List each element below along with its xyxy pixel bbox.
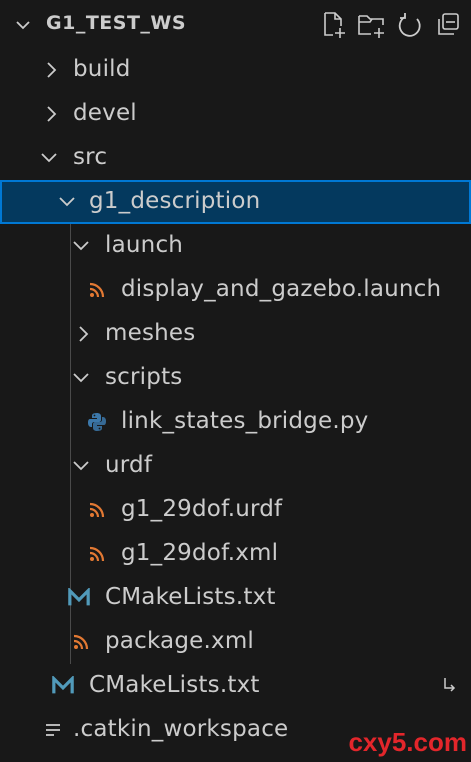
tree-item-g1-29dof-urdf[interactable]: g1_29dof.urdf [0, 488, 471, 532]
tree-item-link-states-bridge-py[interactable]: link_states_bridge.py [0, 400, 471, 444]
chevron-down-icon [38, 147, 60, 169]
tree-item-label: package.xml [105, 628, 255, 654]
tree-item-g1-description[interactable]: g1_description [0, 180, 471, 224]
chevron-down-icon [70, 455, 92, 477]
chevron-down-icon [56, 191, 78, 213]
tree-item-label: display_and_gazebo.launch [121, 276, 442, 302]
tree-item-scripts[interactable]: scripts [0, 356, 471, 400]
chevron-down-icon [70, 235, 92, 257]
watermark: cxy5.com [348, 727, 467, 757]
file-tree: build devel src g1_description launch di… [0, 48, 471, 752]
tree-item-urdf[interactable]: urdf [0, 444, 471, 488]
tree-item-label: launch [105, 232, 184, 258]
tree-item-label: build [73, 56, 131, 82]
chevron-down-icon[interactable] [14, 16, 32, 38]
symlink-arrow-icon [441, 676, 457, 698]
tree-item-cmakelists-txt[interactable]: CMakeLists.txt [0, 576, 471, 620]
explorer-header: G1_TEST_WS [0, 0, 471, 50]
chevron-right-icon [40, 59, 62, 81]
chevron-right-icon [40, 103, 62, 125]
chevron-down-icon [70, 367, 92, 389]
tree-item-src[interactable]: src [0, 136, 471, 180]
tree-item-label: CMakeLists.txt [89, 672, 260, 698]
explorer-actions [319, 10, 463, 40]
tree-item-package-xml[interactable]: package.xml [0, 620, 471, 664]
tree-item-meshes[interactable]: meshes [0, 312, 471, 356]
tree-item-label: g1_description [89, 188, 261, 214]
tree-item-launch[interactable]: launch [0, 224, 471, 268]
rss-icon [86, 499, 108, 521]
rss-icon [86, 279, 108, 301]
tree-item-label: urdf [105, 452, 153, 478]
tree-item-label: link_states_bridge.py [121, 408, 369, 434]
tree-item-g1-29dof-xml[interactable]: g1_29dof.xml [0, 532, 471, 576]
cmake-m-icon [68, 587, 90, 609]
tree-item-label: g1_29dof.urdf [121, 496, 283, 522]
tree-item-label: scripts [105, 364, 183, 390]
rss-icon [86, 543, 108, 565]
tree-item-label: src [73, 144, 108, 170]
tree-item-build[interactable]: build [0, 48, 471, 92]
chevron-right-icon [72, 323, 94, 345]
new-folder-icon[interactable] [357, 10, 387, 40]
tree-item-label: meshes [105, 320, 196, 346]
tree-item-label: g1_29dof.xml [121, 540, 279, 566]
workspace-title[interactable]: G1_TEST_WS [46, 12, 186, 34]
rss-icon [70, 631, 92, 653]
lines-icon [42, 719, 64, 741]
tree-item-label: devel [73, 100, 137, 126]
collapse-all-icon[interactable] [433, 10, 463, 40]
tree-item-label: CMakeLists.txt [105, 584, 276, 610]
tree-item-devel[interactable]: devel [0, 92, 471, 136]
tree-item-display-and-gazebo-launch[interactable]: display_and_gazebo.launch [0, 268, 471, 312]
tree-item-cmakelists-txt-root[interactable]: CMakeLists.txt [0, 664, 471, 708]
tree-item-label: .catkin_workspace [73, 716, 289, 742]
refresh-icon[interactable] [395, 10, 425, 40]
cmake-m-icon [52, 675, 74, 697]
python-icon [86, 411, 108, 433]
new-file-icon[interactable] [319, 10, 349, 40]
